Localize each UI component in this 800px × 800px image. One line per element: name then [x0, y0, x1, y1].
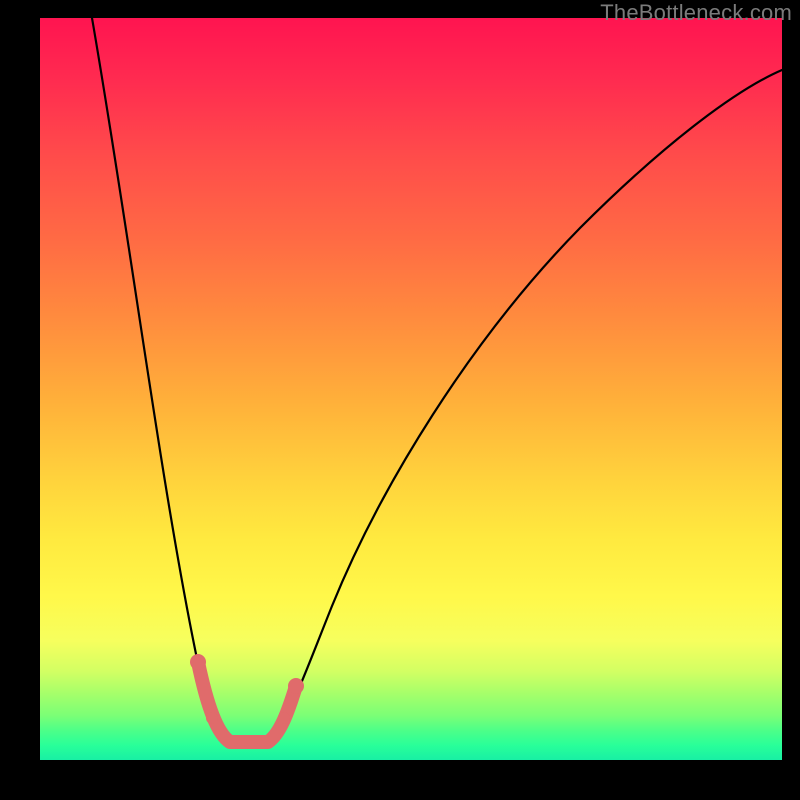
- trough-dot-mid-right: [278, 712, 290, 724]
- chart-stage: TheBottleneck.com: [0, 0, 800, 800]
- trough-dot-mid-left: [206, 712, 218, 724]
- trough-dot-left: [190, 654, 206, 670]
- gradient-plot-area: [40, 18, 782, 760]
- watermark-text: TheBottleneck.com: [600, 0, 792, 26]
- bottleneck-curve-svg: [40, 18, 782, 760]
- bottleneck-curve: [92, 18, 782, 738]
- trough-dot-right: [288, 678, 304, 694]
- optimal-zone-highlight: [198, 662, 296, 742]
